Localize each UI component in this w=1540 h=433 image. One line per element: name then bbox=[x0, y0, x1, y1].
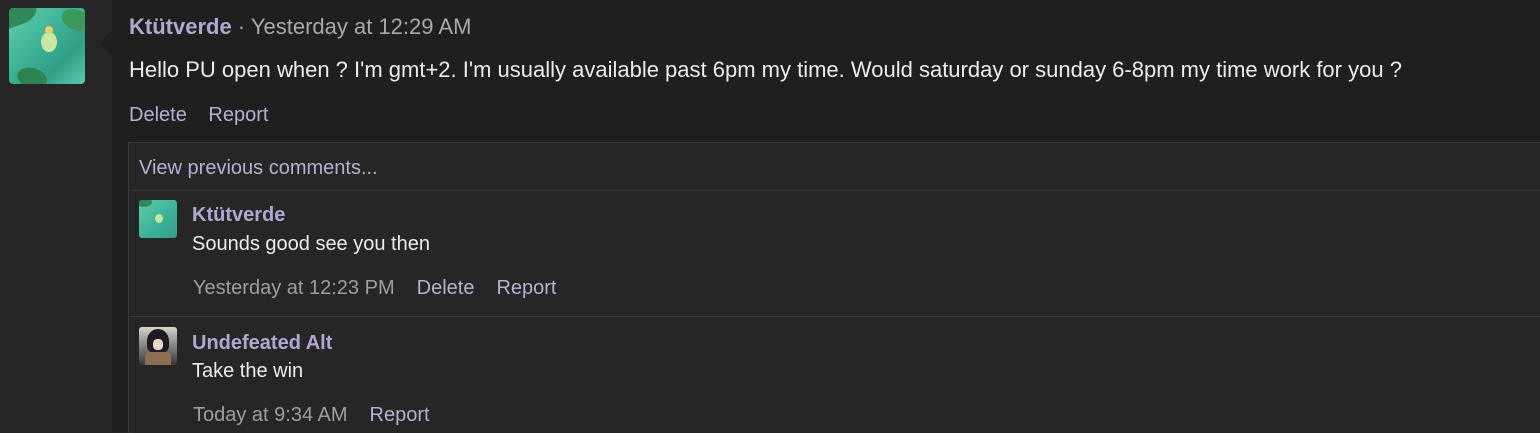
comment-timestamp[interactable]: Today at 9:34 AM bbox=[193, 404, 348, 426]
avatar-character-head bbox=[45, 26, 53, 34]
comment-author-name[interactable]: Ktütverde bbox=[192, 202, 285, 228]
comment-meta: Yesterday at 12:23 PM Delete Report bbox=[193, 275, 556, 301]
delete-post-link[interactable]: Delete bbox=[129, 104, 187, 126]
bubble-pointer bbox=[99, 30, 112, 56]
avatar-leaf bbox=[9, 8, 40, 30]
comments-section: View previous comments... Ktütverde Soun… bbox=[128, 142, 1540, 433]
comment-author-avatar[interactable] bbox=[139, 200, 177, 238]
avatar-leaf bbox=[14, 64, 50, 84]
avatar-leaf bbox=[58, 8, 85, 36]
post-actions: Delete Report bbox=[129, 101, 268, 129]
avatar-character bbox=[41, 32, 57, 52]
delete-comment-link[interactable]: Delete bbox=[417, 277, 475, 299]
comment-text: Take the win bbox=[192, 360, 304, 382]
report-comment-link[interactable]: Report bbox=[370, 404, 430, 426]
comment-meta: Today at 9:34 AM Report bbox=[193, 402, 430, 428]
post-timestamp[interactable]: Yesterday at 12:29 AM bbox=[251, 14, 472, 39]
avatar-character bbox=[155, 214, 163, 223]
avatar-leaf bbox=[139, 200, 152, 207]
report-comment-link[interactable]: Report bbox=[496, 277, 556, 299]
view-previous-comments-link[interactable]: View previous comments... bbox=[139, 155, 378, 181]
post-author-avatar[interactable] bbox=[9, 8, 85, 84]
avatar-body bbox=[145, 352, 171, 365]
header-separator: · bbox=[231, 14, 251, 39]
avatar-column bbox=[0, 0, 112, 432]
comment-author-avatar[interactable] bbox=[139, 327, 177, 365]
post-message: Hello PU open when ? I'm gmt+2. I'm usua… bbox=[129, 57, 1402, 82]
post-author-name[interactable]: Ktütverde bbox=[129, 14, 232, 39]
avatar-face bbox=[153, 339, 163, 350]
comment-text: Sounds good see you then bbox=[192, 233, 430, 255]
comment-author-name[interactable]: Undefeated Alt bbox=[192, 330, 332, 356]
post-header: Ktütverde · Yesterday at 12:29 AM bbox=[129, 12, 471, 42]
comment-timestamp[interactable]: Yesterday at 12:23 PM bbox=[193, 277, 395, 299]
comment-item: Undefeated Alt Take the win Today at 9:3… bbox=[129, 317, 1540, 433]
comment-item: Ktütverde Sounds good see you then Yeste… bbox=[129, 191, 1540, 316]
report-post-link[interactable]: Report bbox=[208, 104, 268, 126]
